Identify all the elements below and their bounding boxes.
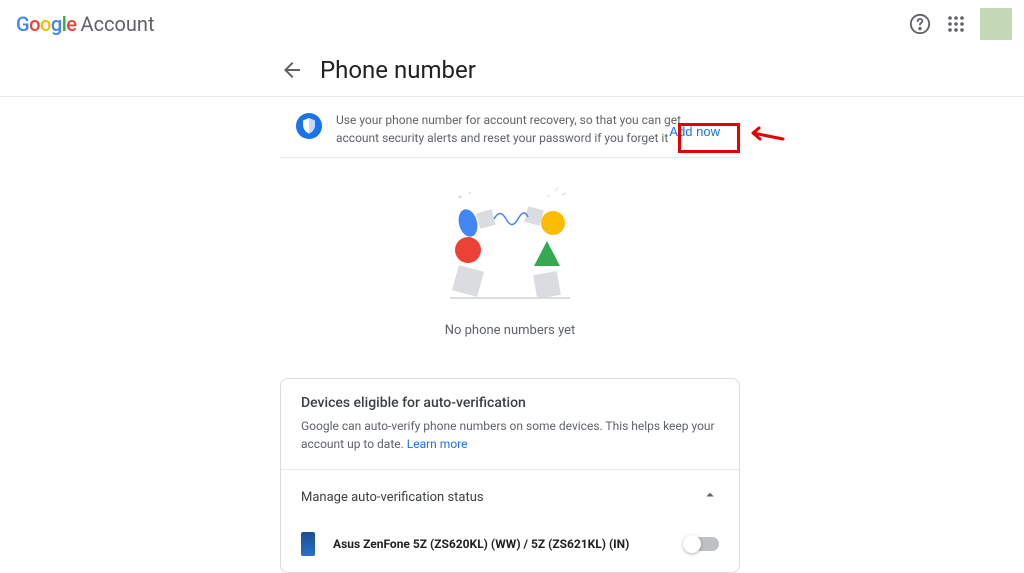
device-name: Asus ZenFone 5Z (ZS620KL) (WW) / 5Z (ZS6…: [333, 537, 629, 551]
shield-icon: [296, 113, 322, 139]
header-actions: [908, 8, 1012, 40]
annotation-arrow-icon: [745, 125, 785, 149]
empty-state-illustration: [410, 173, 610, 303]
chevron-up-icon: [701, 486, 719, 508]
user-avatar[interactable]: [980, 8, 1012, 40]
account-label: Account: [81, 12, 155, 36]
title-bar: Phone number: [0, 48, 1024, 97]
back-arrow-icon[interactable]: [280, 58, 304, 82]
device-row: Asus ZenFone 5Z (ZS620KL) (WW) / 5Z (ZS6…: [301, 508, 719, 556]
devices-card: Devices eligible for auto-verification G…: [280, 378, 740, 573]
add-now-button[interactable]: Add now: [657, 116, 732, 147]
logo-area: Google Account: [16, 12, 155, 36]
manage-verification-label: Manage auto-verification status: [301, 490, 484, 505]
devices-card-description: Google can auto-verify phone numbers on …: [301, 417, 719, 453]
main-content: Use your phone number for account recove…: [280, 97, 740, 573]
apps-grid-icon[interactable]: [944, 12, 968, 36]
page-title: Phone number: [320, 56, 476, 84]
empty-state-text: No phone numbers yet: [280, 323, 740, 338]
recovery-info-row: Use your phone number for account recove…: [280, 97, 740, 158]
phone-device-icon: [301, 532, 315, 556]
app-header: Google Account: [0, 0, 1024, 48]
help-icon[interactable]: [908, 12, 932, 36]
learn-more-link[interactable]: Learn more: [407, 437, 468, 451]
manage-verification-toggle-row[interactable]: Manage auto-verification status: [301, 470, 719, 508]
device-toggle-switch[interactable]: [685, 537, 719, 551]
google-logo: Google: [16, 12, 77, 36]
devices-card-title: Devices eligible for auto-verification: [301, 395, 719, 411]
empty-state-section: No phone numbers yet: [280, 158, 740, 358]
